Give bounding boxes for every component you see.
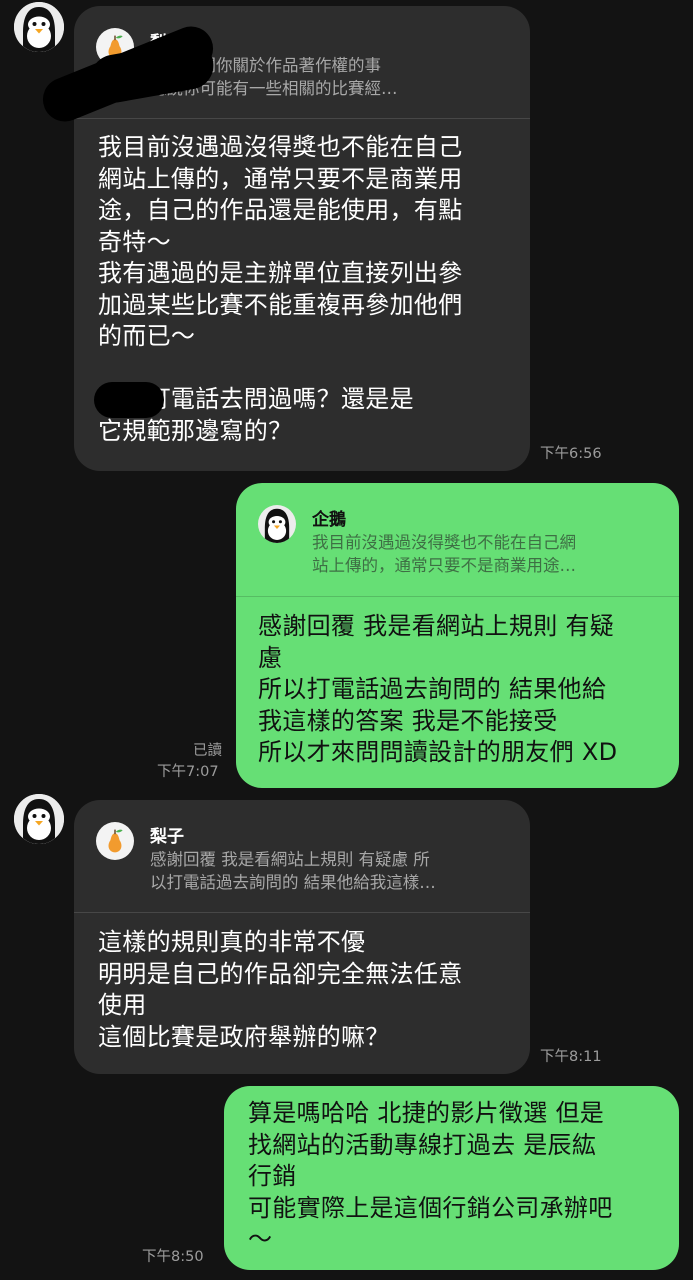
- message-text: 這樣的規則真的非常不優 明明是自己的作品卻完全無法任意 使用 這個比賽是政府舉辦…: [98, 928, 463, 1051]
- message-text: 感謝回覆 我是看網站上規則 有疑 慮 所以打電話過去詢問的 結果他給 我這樣的答…: [258, 612, 618, 766]
- message-bubble-outgoing[interactable]: 企鵝 我目前沒遇過沒得獎也不能在自己網 站上傳的，通常只要不是商業用途… 感謝回…: [236, 483, 679, 788]
- quote-text: 我目前沒遇過沒得獎也不能在自己網 站上傳的，通常只要不是商業用途…: [312, 533, 576, 575]
- reply-quote[interactable]: 企鵝 我目前沒遇過沒得獎也不能在自己網 站上傳的，通常只要不是商業用途…: [236, 483, 679, 597]
- quote-avatar: [258, 505, 296, 543]
- message-text: 算是嗎哈哈 北捷的影片徵選 但是 找網站的活動專線打過去 是辰紘 行銷 可能實際…: [248, 1099, 613, 1253]
- read-receipt: 已讀: [193, 743, 222, 759]
- message-timestamp: 下午8:11: [540, 1049, 602, 1065]
- quote-sender-name: 企鵝: [312, 510, 346, 530]
- sender-avatar[interactable]: [14, 794, 64, 844]
- sender-avatar[interactable]: [14, 2, 64, 52]
- quote-divider: [74, 118, 530, 119]
- message-bubble-outgoing[interactable]: 算是嗎哈哈 北捷的影片徵選 但是 找網站的活動專線打過去 是辰紘 行銷 可能實際…: [224, 1086, 679, 1270]
- reply-quote[interactable]: 梨子 感謝回覆 我是看網站上規則 有疑慮 所 以打電話過去詢問的 結果他給我這樣…: [74, 800, 530, 913]
- quote-divider: [74, 912, 530, 913]
- penguin-avatar-icon: [258, 505, 296, 543]
- quote-sender-name: 梨子: [150, 827, 184, 847]
- penguin-avatar-icon: [14, 794, 64, 844]
- redaction-mark: [94, 382, 164, 418]
- pear-avatar-icon: [96, 822, 134, 860]
- quote-divider: [236, 596, 679, 597]
- penguin-avatar-icon: [14, 2, 64, 52]
- quote-avatar: [96, 822, 134, 860]
- message-timestamp: 下午6:56: [540, 446, 602, 462]
- message-timestamp: 下午8:50: [142, 1249, 204, 1265]
- message-timestamp: 下午7:07: [157, 764, 219, 780]
- quote-text: 感謝回覆 我是看網站上規則 有疑慮 所 以打電話過去詢問的 結果他給我這樣…: [150, 850, 436, 892]
- message-bubble-incoming[interactable]: 梨子 感謝回覆 我是看網站上規則 有疑慮 所 以打電話過去詢問的 結果他給我這樣…: [74, 800, 530, 1074]
